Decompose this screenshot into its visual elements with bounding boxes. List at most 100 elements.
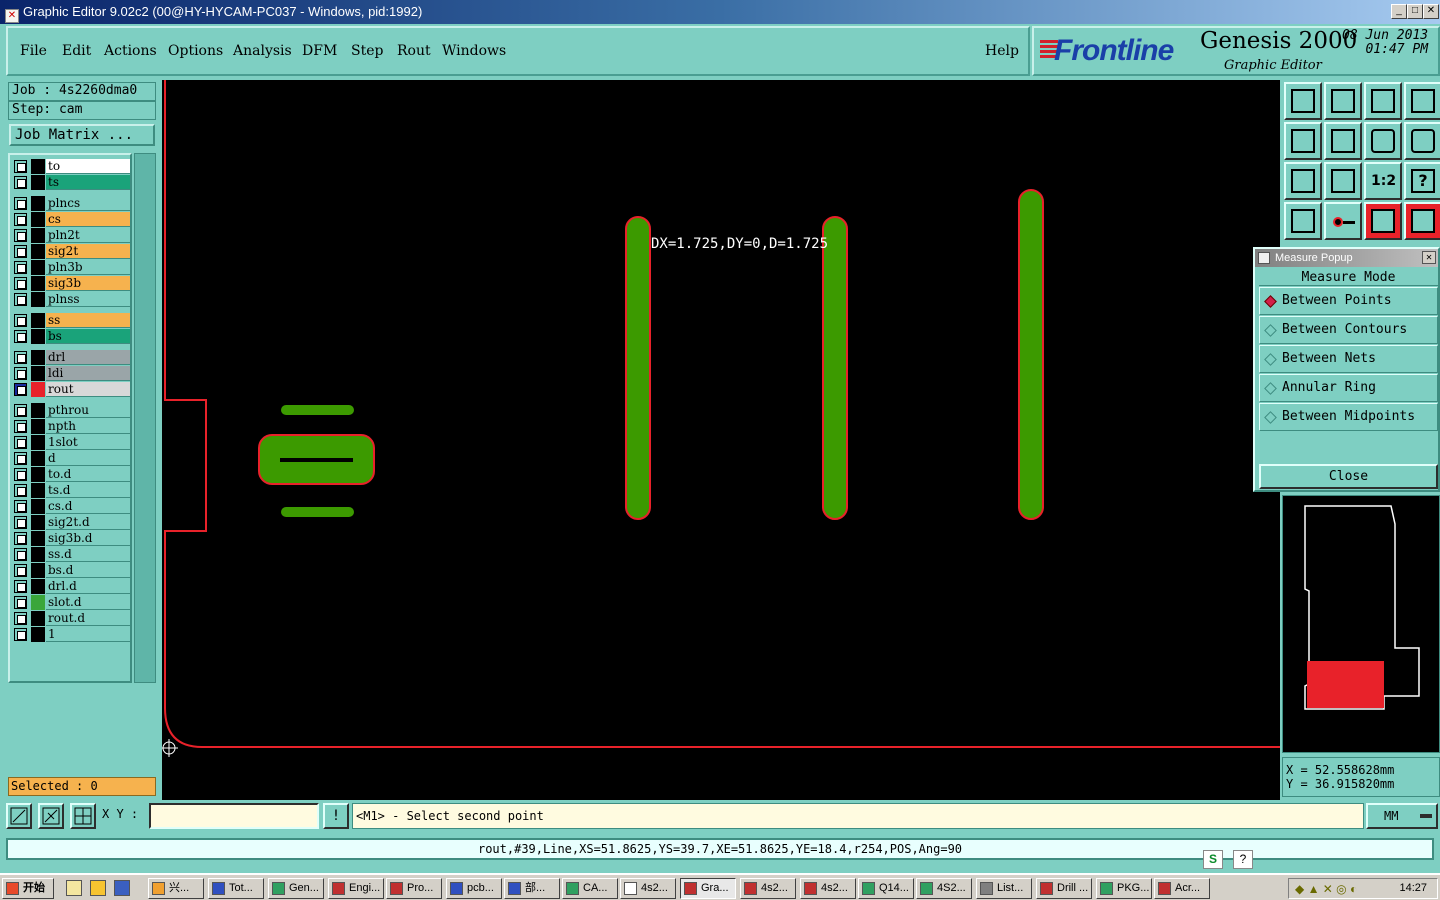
layer-name[interactable]: ts.d — [46, 483, 130, 498]
layer-color-swatch[interactable] — [31, 435, 45, 450]
layer-checkbox[interactable] — [14, 261, 27, 274]
taskbar-item[interactable]: 4s2... — [800, 878, 856, 899]
layer-row-cs[interactable]: cs — [12, 212, 130, 227]
layer-checkbox[interactable] — [14, 532, 27, 545]
layer-row-plnss[interactable]: plnss — [12, 292, 130, 307]
layer-color-swatch[interactable] — [31, 595, 45, 610]
taskbar-item[interactable]: 兴... — [148, 878, 204, 899]
graphic-canvas[interactable]: DX=1.725,DY=0,D=1.725 — [162, 80, 1280, 800]
layer-row-sig3b[interactable]: sig3b — [12, 276, 130, 291]
layer-color-swatch[interactable] — [31, 212, 45, 227]
layer-row-pln3b[interactable]: pln3b — [12, 260, 130, 275]
menu-file[interactable]: File — [20, 43, 47, 59]
layer-row-sig2t[interactable]: sig2t — [12, 244, 130, 259]
layer-color-swatch[interactable] — [31, 563, 45, 578]
layer-name[interactable]: ldi — [46, 366, 130, 381]
layer-name[interactable]: pln3b — [46, 260, 130, 275]
layer-row-ss-d[interactable]: ss.d — [12, 547, 130, 562]
probe-button[interactable] — [1324, 202, 1362, 240]
layer-name[interactable]: sig2t — [46, 244, 130, 259]
option-between-nets[interactable]: Between Nets — [1259, 345, 1438, 373]
crosshair-button[interactable] — [70, 803, 96, 829]
zoom-button[interactable] — [1324, 162, 1362, 200]
taskbar-item[interactable]: pcb... — [446, 878, 502, 899]
right-button[interactable] — [1324, 122, 1362, 160]
layer-name[interactable]: plncs — [46, 196, 130, 211]
option-between-points[interactable]: Between Points — [1259, 287, 1438, 315]
layer-row-to-d[interactable]: to.d — [12, 467, 130, 482]
layer-checkbox[interactable] — [14, 500, 27, 513]
maximize-button[interactable]: □ — [1407, 4, 1423, 19]
layer-color-swatch[interactable] — [31, 382, 45, 397]
layer-red2-button[interactable] — [1404, 202, 1440, 240]
popup-close-icon[interactable]: ✕ — [1422, 251, 1436, 264]
layer-name[interactable]: to — [46, 159, 130, 174]
menu-dfm[interactable]: DFM — [302, 43, 337, 59]
menu-windows[interactable]: Windows — [442, 43, 506, 59]
layer-name[interactable]: 1slot — [46, 435, 130, 450]
xy-input[interactable] — [149, 803, 319, 829]
layer-row-pthrou[interactable]: pthrou — [12, 403, 130, 418]
layer-checkbox[interactable] — [14, 596, 27, 609]
layer-checkbox[interactable] — [14, 229, 27, 242]
quicklaunch-desktop-icon[interactable] — [66, 880, 82, 896]
layer-checkbox[interactable] — [14, 468, 27, 481]
layer-name[interactable]: 1 — [46, 627, 130, 642]
up-button[interactable] — [1284, 82, 1322, 120]
layer-checkbox[interactable] — [14, 628, 27, 641]
layer-row-sig3b-d[interactable]: sig3b.d — [12, 531, 130, 546]
layer-checkbox[interactable] — [14, 452, 27, 465]
menu-analysis[interactable]: Analysis — [233, 43, 292, 59]
quicklaunch-media-icon[interactable] — [114, 880, 130, 896]
layer-row-1slot[interactable]: 1slot — [12, 435, 130, 450]
menu-step[interactable]: Step — [351, 43, 383, 59]
layer-checkbox[interactable] — [14, 213, 27, 226]
input-method-icon[interactable]: S — [1203, 850, 1223, 869]
job-matrix-button[interactable]: Job Matrix ... — [9, 124, 155, 146]
taskbar-item[interactable]: Engi... — [328, 878, 384, 899]
popup-close-button[interactable]: Close — [1259, 464, 1438, 489]
menu-rout[interactable]: Rout — [397, 43, 431, 59]
layer-color-swatch[interactable] — [31, 366, 45, 381]
layer-name[interactable]: drl.d — [46, 579, 130, 594]
layer-scrollbar[interactable] — [134, 153, 156, 683]
layer-checkbox[interactable] — [14, 484, 27, 497]
layer-name[interactable]: ss.d — [46, 547, 130, 562]
taskbar-item[interactable]: List... — [976, 878, 1032, 899]
layer-row-ts[interactable]: ts — [12, 175, 130, 190]
layer-row-bs-d[interactable]: bs.d — [12, 563, 130, 578]
s-button[interactable] — [1404, 122, 1440, 160]
layer-color-swatch[interactable] — [31, 403, 45, 418]
unit-selector[interactable]: MM — [1366, 803, 1438, 829]
grid-snap-button[interactable] — [38, 803, 64, 829]
1to2-button[interactable]: 1:2 — [1364, 162, 1402, 200]
layer-color-swatch[interactable] — [31, 228, 45, 243]
taskbar-item[interactable]: Gen... — [268, 878, 324, 899]
layer-checkbox[interactable] — [14, 176, 27, 189]
option-between-contours[interactable]: Between Contours — [1259, 316, 1438, 344]
layer-row-ss[interactable]: ss — [12, 313, 130, 328]
layer-checkbox[interactable] — [14, 420, 27, 433]
layer-name[interactable]: ss — [46, 313, 130, 328]
fit-button[interactable] — [1284, 162, 1322, 200]
layer-name[interactable]: rout — [46, 382, 130, 397]
layer-name[interactable]: cs.d — [46, 499, 130, 514]
layer-name[interactable]: d — [46, 451, 130, 466]
taskbar-item[interactable]: Tot... — [208, 878, 264, 899]
layer-checkbox[interactable] — [14, 516, 27, 529]
layer-color-swatch[interactable] — [31, 547, 45, 562]
menu-options[interactable]: Options — [168, 43, 223, 59]
layer-row-to[interactable]: to — [12, 159, 130, 174]
layer-row-sig2t-d[interactable]: sig2t.d — [12, 515, 130, 530]
layer-color-swatch[interactable] — [31, 196, 45, 211]
layer-row-d[interactable]: d — [12, 451, 130, 466]
layer-name[interactable]: sig3b.d — [46, 531, 130, 546]
menu-actions[interactable]: Actions — [104, 43, 157, 59]
layer-checkbox[interactable] — [14, 436, 27, 449]
layer-checkbox[interactable] — [14, 612, 27, 625]
layer-name[interactable]: bs — [46, 329, 130, 344]
layer-checkbox[interactable] — [14, 404, 27, 417]
layer-color-swatch[interactable] — [31, 244, 45, 259]
layer-row-plncs[interactable]: plncs — [12, 196, 130, 211]
layer-checkbox[interactable] — [14, 245, 27, 258]
